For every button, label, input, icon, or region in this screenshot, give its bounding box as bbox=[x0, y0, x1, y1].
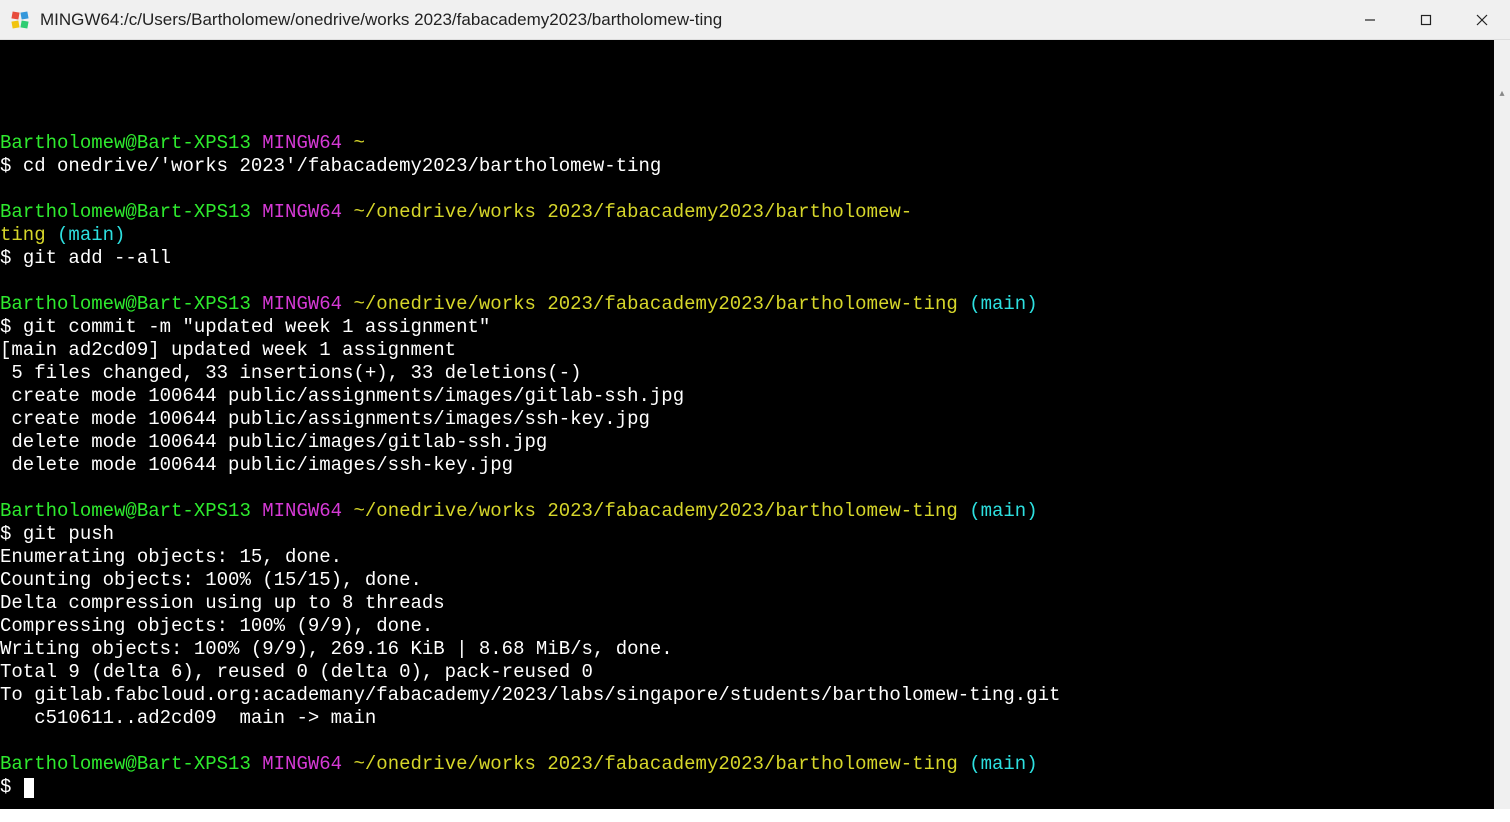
prompt-path-wrap: ting bbox=[0, 224, 46, 246]
prompt-user-host: Bartholomew@Bart-XPS13 bbox=[0, 293, 251, 315]
cmd-cd: cd onedrive/'works 2023'/fabacademy2023/… bbox=[23, 155, 662, 177]
output-line: 5 files changed, 33 insertions(+), 33 de… bbox=[0, 362, 582, 384]
terminal-cursor bbox=[24, 778, 34, 798]
prompt-path: ~/onedrive/works 2023/fabacademy2023/bar… bbox=[353, 201, 912, 223]
prompt-path: ~/onedrive/works 2023/fabacademy2023/bar… bbox=[353, 293, 957, 315]
output-line: To gitlab.fabcloud.org:academany/fabacad… bbox=[0, 684, 1060, 706]
prompt-dollar: $ bbox=[0, 247, 23, 269]
terminal-output: Bartholomew@Bart-XPS13 MINGW64 ~ $ cd on… bbox=[0, 86, 1510, 799]
maximize-button[interactable] bbox=[1398, 0, 1454, 39]
prompt-user-host: Bartholomew@Bart-XPS13 bbox=[0, 753, 251, 775]
prompt-branch: (main) bbox=[969, 293, 1037, 315]
output-line: delete mode 100644 public/images/ssh-key… bbox=[0, 454, 513, 476]
prompt-shell: MINGW64 bbox=[262, 201, 342, 223]
prompt-user-host: Bartholomew@Bart-XPS13 bbox=[0, 201, 251, 223]
scrollbar[interactable]: ▴ bbox=[1494, 40, 1510, 809]
prompt-path: ~ bbox=[353, 132, 364, 154]
output-line: Writing objects: 100% (9/9), 269.16 KiB … bbox=[0, 638, 673, 660]
cmd-git-add: git add --all bbox=[23, 247, 171, 269]
output-line: c510611..ad2cd09 main -> main bbox=[0, 707, 376, 729]
prompt-shell: MINGW64 bbox=[262, 500, 342, 522]
prompt-path: ~/onedrive/works 2023/fabacademy2023/bar… bbox=[353, 753, 957, 775]
prompt-shell: MINGW64 bbox=[262, 753, 342, 775]
prompt-dollar: $ bbox=[0, 523, 23, 545]
prompt-branch: (main) bbox=[57, 224, 125, 246]
prompt-shell: MINGW64 bbox=[262, 293, 342, 315]
cmd-git-push: git push bbox=[23, 523, 114, 545]
output-line: Total 9 (delta 6), reused 0 (delta 0), p… bbox=[0, 661, 593, 683]
output-line: create mode 100644 public/assignments/im… bbox=[0, 408, 650, 430]
prompt-shell: MINGW64 bbox=[262, 132, 342, 154]
prompt-branch: (main) bbox=[969, 753, 1037, 775]
prompt-path: ~/onedrive/works 2023/fabacademy2023/bar… bbox=[353, 500, 957, 522]
prompt-branch: (main) bbox=[969, 500, 1037, 522]
minimize-button[interactable] bbox=[1342, 0, 1398, 39]
window-titlebar: MINGW64:/c/Users/Bartholomew/onedrive/wo… bbox=[0, 0, 1510, 40]
output-line: [main ad2cd09] updated week 1 assignment bbox=[0, 339, 456, 361]
scroll-up-icon[interactable]: ▴ bbox=[1494, 86, 1510, 102]
prompt-user-host: Bartholomew@Bart-XPS13 bbox=[0, 500, 251, 522]
window-controls bbox=[1342, 0, 1510, 39]
output-line: Delta compression using up to 8 threads bbox=[0, 592, 445, 614]
prompt-dollar: $ bbox=[0, 316, 23, 338]
cmd-git-commit: git commit -m "updated week 1 assignment… bbox=[23, 316, 490, 338]
prompt-dollar: $ bbox=[0, 155, 23, 177]
app-icon bbox=[10, 10, 30, 30]
prompt-user-host: Bartholomew@Bart-XPS13 bbox=[0, 132, 251, 154]
output-line: delete mode 100644 public/images/gitlab-… bbox=[0, 431, 547, 453]
close-button[interactable] bbox=[1454, 0, 1510, 39]
output-line: create mode 100644 public/assignments/im… bbox=[0, 385, 684, 407]
output-line: Counting objects: 100% (15/15), done. bbox=[0, 569, 422, 591]
prompt-dollar: $ bbox=[0, 776, 23, 798]
output-line: Compressing objects: 100% (9/9), done. bbox=[0, 615, 433, 637]
output-line: Enumerating objects: 15, done. bbox=[0, 546, 342, 568]
terminal-area[interactable]: ▴ Bartholomew@Bart-XPS13 MINGW64 ~ $ cd … bbox=[0, 40, 1510, 809]
window-title: MINGW64:/c/Users/Bartholomew/onedrive/wo… bbox=[40, 10, 1342, 30]
